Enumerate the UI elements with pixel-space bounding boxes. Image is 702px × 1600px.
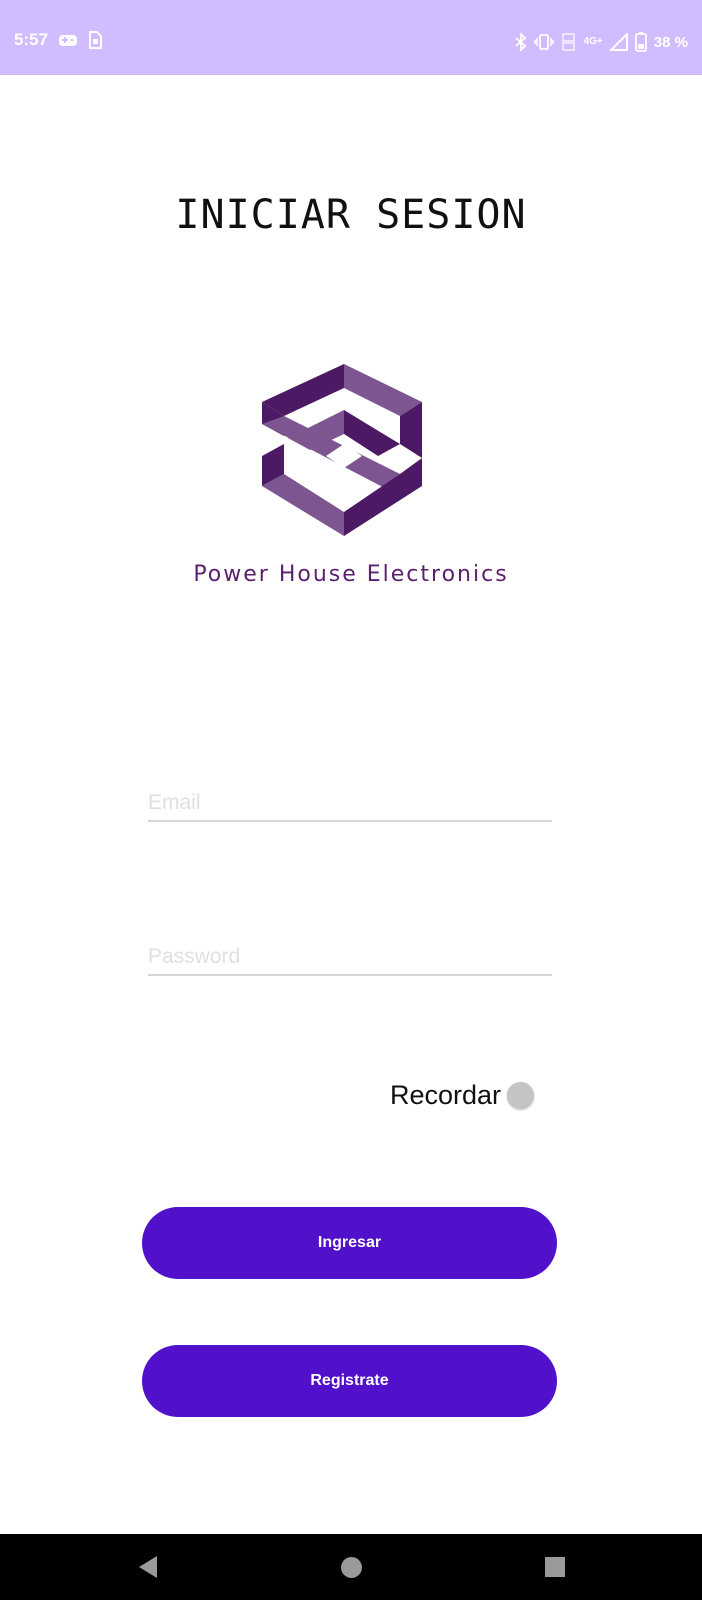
recents-button[interactable] [541,1553,569,1581]
power-house-logo-icon [262,364,422,536]
brand-logo [262,364,440,536]
home-button[interactable] [337,1553,365,1581]
battery-percent: 38 % [653,33,688,51]
sim-icon [89,31,103,49]
back-button[interactable] [134,1553,162,1581]
login-button[interactable]: Ingresar [142,1207,557,1279]
status-bar: 5:57 4G+ 38 % [0,0,702,75]
bluetooth-icon [515,33,526,51]
network-type: 4G+ [583,36,603,47]
remember-label: Recordar [390,1080,502,1110]
status-time: 5:57 [14,30,49,49]
remember-toggle[interactable] [507,1082,535,1109]
page-title: INICIAR SESION [175,192,527,238]
password-field[interactable] [148,940,552,976]
battery-icon [634,32,647,52]
register-button[interactable]: Registrate [142,1345,557,1417]
email-field[interactable] [148,786,552,822]
vibrate-icon [533,34,554,50]
gamepad-icon [59,35,78,46]
recents-icon [545,1557,565,1577]
status-right: 4G+ 38 % [515,32,688,52]
back-icon [139,1556,157,1578]
brand-name: Power House Electronics [193,562,509,587]
home-icon [340,1556,362,1578]
navigation-bar [0,1534,702,1600]
remember-switch[interactable]: Recordar [390,1080,535,1111]
status-left: 5:57 [14,30,103,50]
volte-icon [562,33,575,51]
signal-icon [609,33,628,51]
